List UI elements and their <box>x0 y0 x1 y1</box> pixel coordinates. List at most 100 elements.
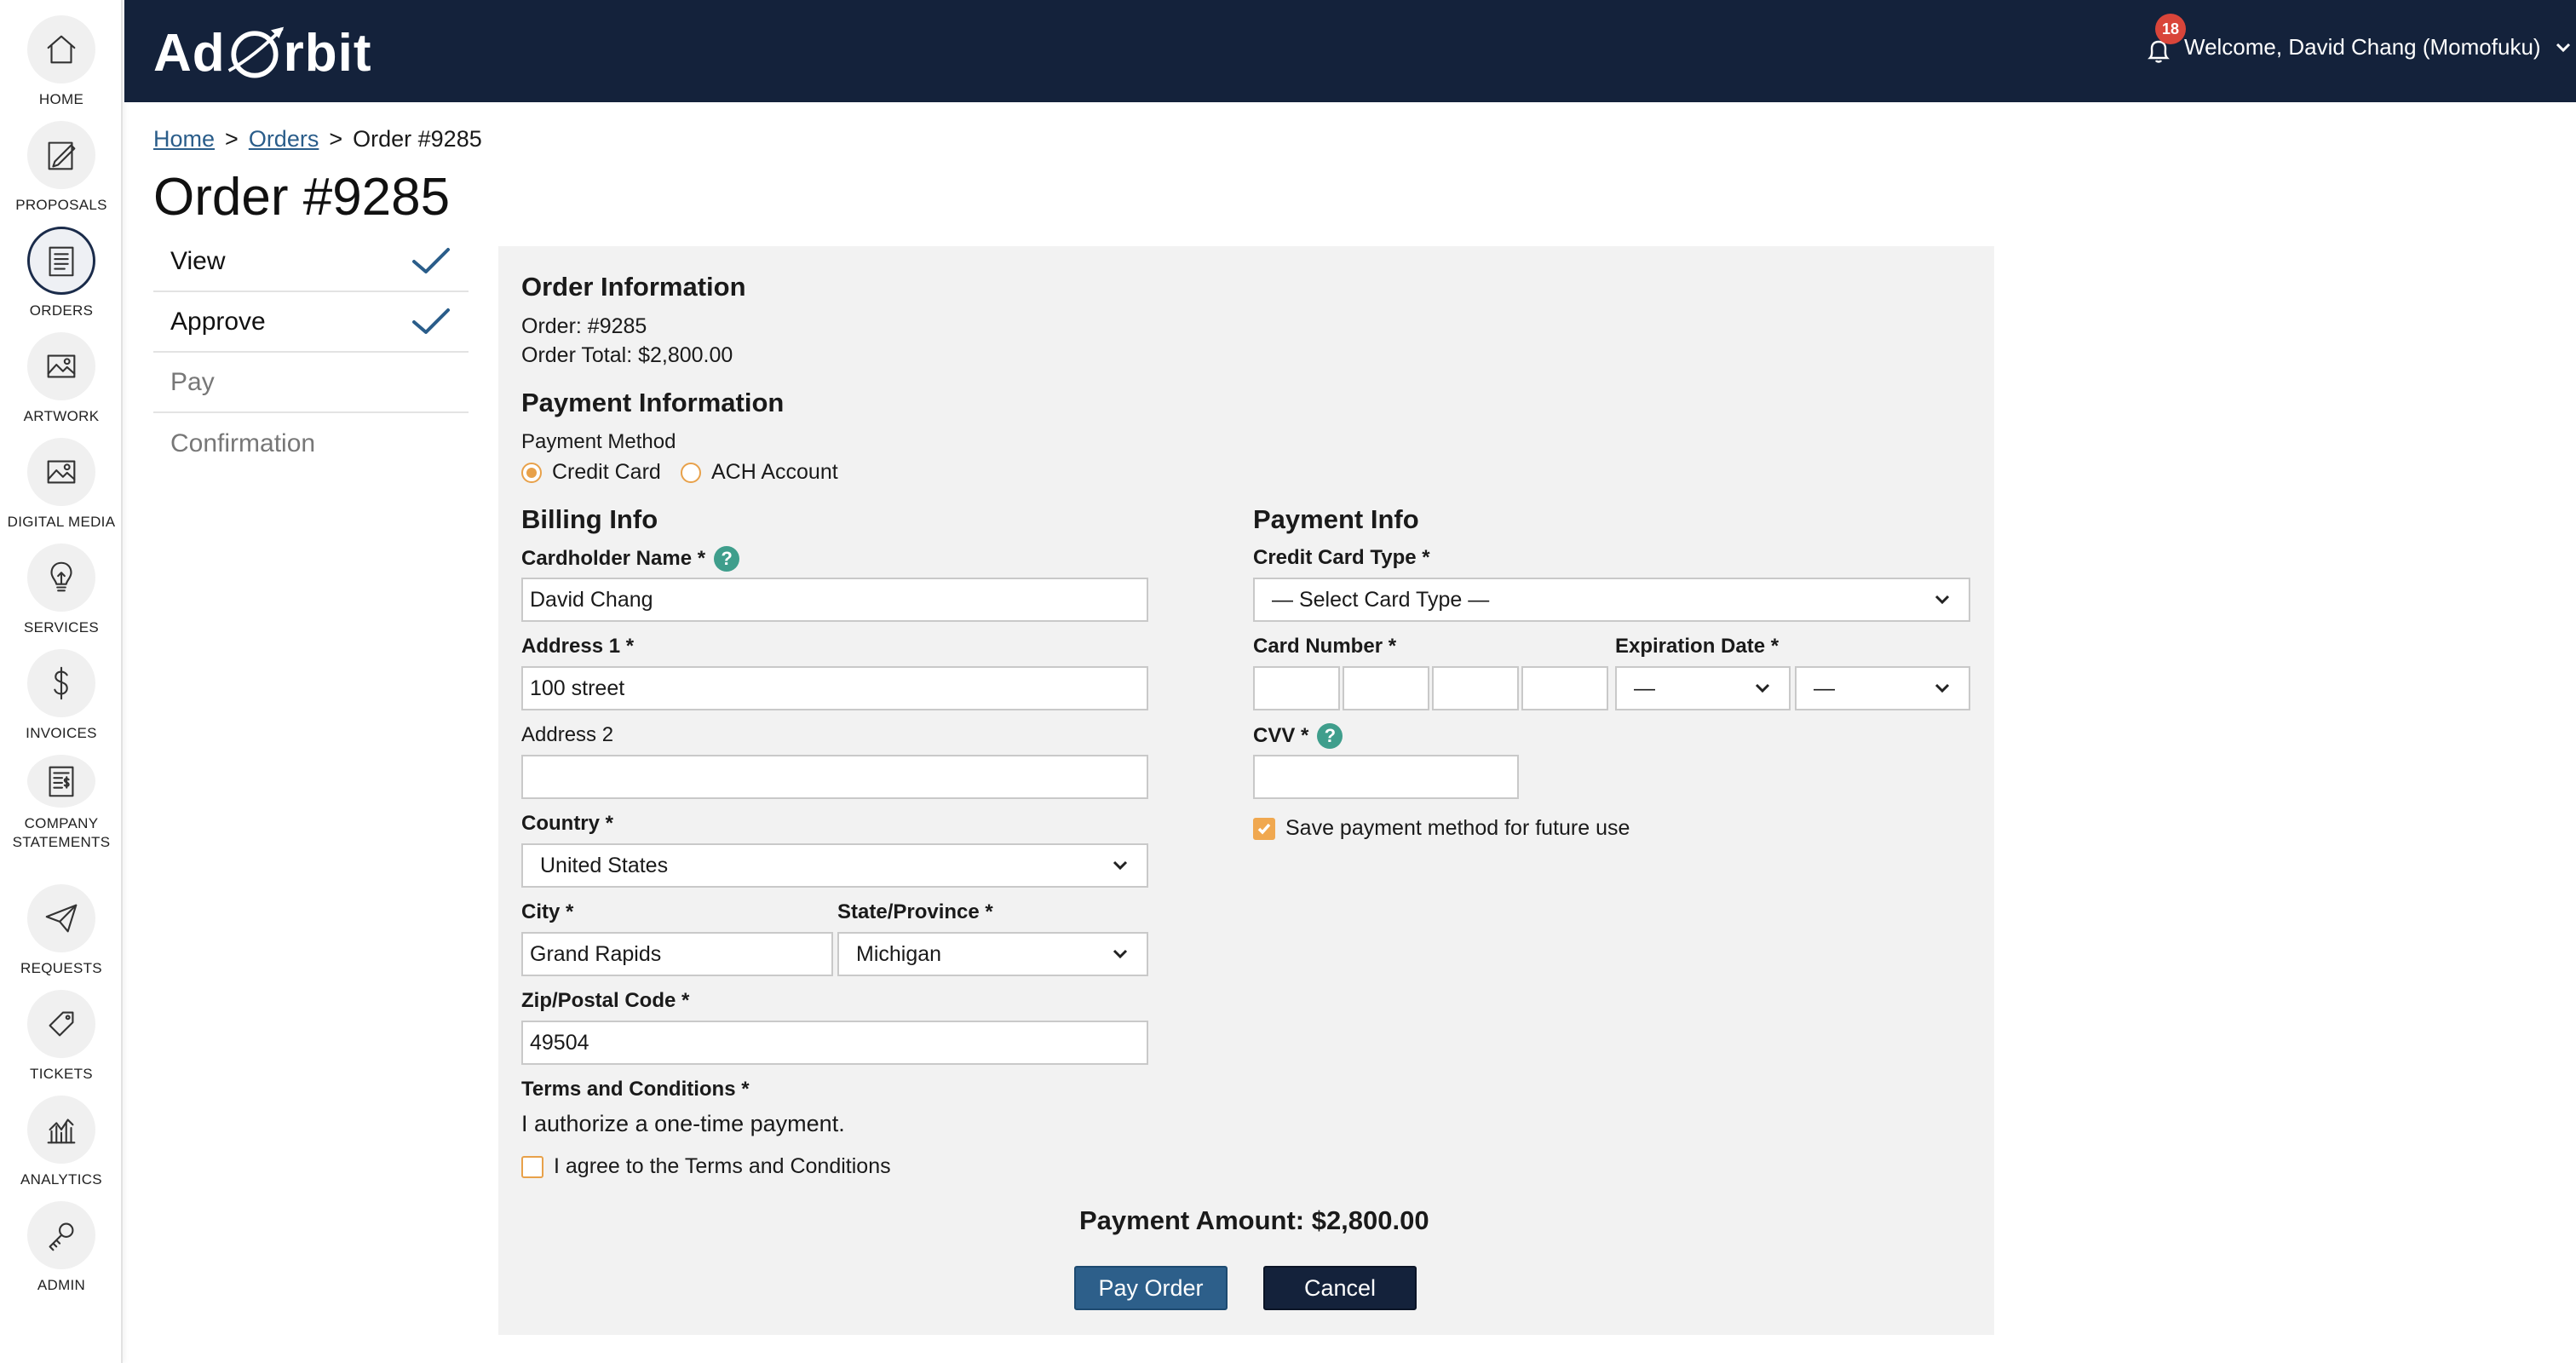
step-confirmation[interactable]: Confirmation <box>153 413 469 474</box>
breadcrumb-home-link[interactable]: Home <box>153 126 215 152</box>
sidebar-item-label: ADMIN <box>37 1277 86 1293</box>
user-menu[interactable]: Welcome, David Chang (Momofuku) <box>2184 34 2573 60</box>
radio-dot <box>681 462 701 483</box>
sidebar-item-requests[interactable]: REQUESTS <box>0 876 123 981</box>
checkbox-box <box>1253 817 1275 840</box>
analytics-icon <box>27 1096 95 1164</box>
sidebar-item-proposals[interactable]: PROPOSALS <box>0 112 123 218</box>
breadcrumb-orders-link[interactable]: Orders <box>249 126 319 152</box>
step-approve[interactable]: Approve <box>153 292 469 353</box>
sidebar-item-invoices[interactable]: INVOICES <box>0 641 123 746</box>
step-label: Approve <box>170 307 266 336</box>
sidebar-item-services[interactable]: SERVICES <box>0 535 123 641</box>
sidebar-item-label: HOME <box>38 91 84 107</box>
sidebar-item-label: ARTWORK <box>23 408 100 424</box>
sidebar-item-label: TICKETS <box>30 1066 93 1082</box>
payment-info-heading: Payment Info <box>1253 504 1419 534</box>
cardholder-name-label: Cardholder Name * ? <box>521 546 740 572</box>
page-title: Order #9285 <box>153 168 451 227</box>
services-icon <box>27 543 95 612</box>
sidebar: HOME PROPOSALS ORDERS ARTWORK DIGITAL ME… <box>0 0 123 1363</box>
zip-input[interactable]: 49504 <box>521 1021 1148 1065</box>
card-number-input-3[interactable] <box>1432 666 1519 710</box>
save-payment-method-checkbox[interactable]: Save payment method for future use <box>1253 816 1630 841</box>
sidebar-item-label: PROPOSALS <box>15 197 107 213</box>
chevron-down-icon <box>2556 43 2570 52</box>
address2-label: Address 2 <box>521 723 614 746</box>
address1-label: Address 1 * <box>521 635 635 658</box>
sidebar-item-label: DIGITAL MEDIA <box>7 514 116 530</box>
top-header: Ad rbit 18 Welcome, David Chang (Momofuk… <box>124 0 2576 102</box>
digital-media-icon <box>27 438 95 506</box>
order-information-heading: Order Information <box>521 272 746 302</box>
breadcrumb-separator: > <box>329 126 343 152</box>
home-icon <box>27 15 95 83</box>
sidebar-item-orders[interactable]: ORDERS <box>0 218 123 324</box>
sidebar-item-label: REQUESTS <box>20 960 102 976</box>
help-icon[interactable]: ? <box>1317 723 1343 749</box>
radio-ach-account[interactable]: ACH Account <box>681 460 838 485</box>
cvv-input[interactable] <box>1253 755 1519 799</box>
sidebar-item-analytics[interactable]: ANALYTICS <box>0 1087 123 1193</box>
city-input[interactable]: Grand Rapids <box>521 932 833 976</box>
admin-icon <box>27 1201 95 1269</box>
card-number-input-4[interactable] <box>1521 666 1608 710</box>
address2-input[interactable] <box>521 755 1148 799</box>
chevron-down-icon <box>1113 860 1128 871</box>
country-label: Country * <box>521 812 613 835</box>
card-type-select[interactable]: — Select Card Type — <box>1253 578 1970 622</box>
step-view[interactable]: View <box>153 232 469 292</box>
help-icon[interactable]: ? <box>714 546 740 572</box>
sidebar-item-label: SERVICES <box>23 619 100 635</box>
step-label: Confirmation <box>170 428 316 457</box>
card-number-input-1[interactable] <box>1253 666 1340 710</box>
check-icon <box>1257 823 1271 835</box>
sidebar-item-admin[interactable]: ADMIN <box>0 1193 123 1298</box>
tickets-icon <box>27 990 95 1058</box>
breadcrumb-separator: > <box>225 126 239 152</box>
sidebar-item-artwork[interactable]: ARTWORK <box>0 324 123 429</box>
sidebar-item-label: ORDERS <box>29 302 94 319</box>
notifications-button[interactable]: 18 <box>2143 14 2186 68</box>
payment-panel: Order Information Order: #9285 Order Tot… <box>498 246 1994 1335</box>
cardholder-name-input[interactable]: David Chang <box>521 578 1148 622</box>
checkbox-box <box>521 1155 543 1178</box>
checkmark-icon <box>412 308 450 334</box>
radio-credit-card[interactable]: Credit Card <box>521 460 661 485</box>
sidebar-item-digital-media[interactable]: DIGITAL MEDIA <box>0 429 123 535</box>
state-label: State/Province * <box>837 900 993 923</box>
order-number: Order: #9285 <box>521 314 647 338</box>
notification-count-badge: 18 <box>2155 14 2186 44</box>
address1-input[interactable]: 100 street <box>521 666 1148 710</box>
sidebar-item-company-statements[interactable]: COMPANY STATEMENTS <box>0 746 123 852</box>
expiration-month-select[interactable]: — <box>1615 666 1791 710</box>
chevron-down-icon <box>1755 683 1770 693</box>
state-select[interactable]: Michigan <box>837 932 1148 976</box>
sidebar-item-home[interactable]: HOME <box>0 7 123 112</box>
checkmark-icon <box>412 247 450 273</box>
agree-terms-checkbox[interactable]: I agree to the Terms and Conditions <box>521 1154 891 1179</box>
country-select[interactable]: United States <box>521 843 1148 888</box>
step-label: Pay <box>170 367 215 396</box>
step-pay[interactable]: Pay <box>153 353 469 413</box>
expiration-year-select[interactable]: — <box>1795 666 1970 710</box>
cvv-label: CVV * ? <box>1253 723 1343 749</box>
city-label: City * <box>521 900 574 923</box>
breadcrumb: Home > Orders > Order #9285 <box>153 126 482 152</box>
cancel-button[interactable]: Cancel <box>1263 1266 1417 1310</box>
chevron-down-icon <box>1113 949 1128 959</box>
orbit-logo-icon <box>227 26 284 78</box>
terms-text: I authorize a one-time payment. <box>521 1111 845 1136</box>
invoices-icon <box>27 649 95 717</box>
card-type-label: Credit Card Type * <box>1253 546 1430 569</box>
payment-amount: Payment Amount: $2,800.00 <box>1079 1205 1429 1235</box>
pay-order-button[interactable]: Pay Order <box>1074 1266 1228 1310</box>
order-steps: View Approve Pay Confirmation <box>153 232 469 474</box>
step-label: View <box>170 246 226 275</box>
ad-orbit-logo[interactable]: Ad rbit <box>153 20 372 85</box>
requests-icon <box>27 884 95 952</box>
card-number-label: Card Number * <box>1253 635 1397 658</box>
orders-icon <box>27 227 95 295</box>
sidebar-item-tickets[interactable]: TICKETS <box>0 981 123 1087</box>
card-number-input-2[interactable] <box>1343 666 1429 710</box>
